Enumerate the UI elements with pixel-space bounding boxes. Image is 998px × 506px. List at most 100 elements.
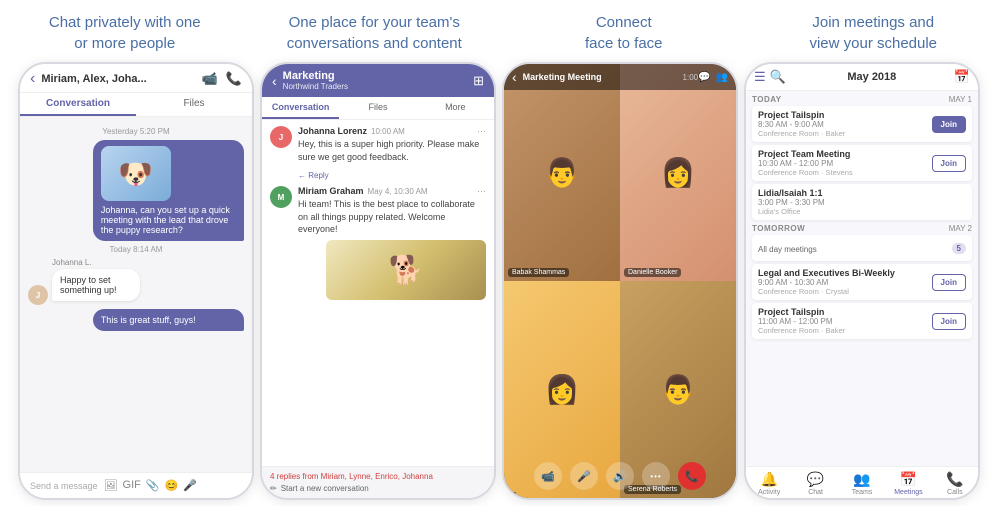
channel-msg-2: M Miriam Graham May 4, 10:30 AM ··· Hi t…	[270, 186, 486, 300]
event-card-4: Legal and Executives Bi-Weekly 9:00 AM -…	[752, 264, 972, 300]
back-arrow-icon[interactable]: ‹	[272, 73, 277, 89]
replies-count[interactable]: 4 replies from Miriam, Lynne, Enrico, Jo…	[270, 472, 486, 481]
timer: 1:00	[683, 73, 699, 82]
phone1-footer[interactable]: Send a message 🖼 GIF 📎 😊 🎤	[20, 472, 252, 498]
phone3-body: ‹ Marketing Meeting 1:00 💬 👥 👨 Babak Sha…	[504, 64, 736, 498]
tab-files[interactable]: Files	[339, 97, 416, 119]
phone2-messages: J Johanna Lorenz 10:00 AM ··· Hey, this …	[262, 120, 494, 466]
calls-label: Calls	[947, 489, 963, 496]
caption-3: Connectface to face	[499, 12, 749, 54]
phone4-nav: 🔔 Activity 💬 Chat 👥 Teams 📅 Meetings 📞 C…	[746, 466, 978, 498]
tab-conversation[interactable]: Conversation	[20, 93, 136, 116]
nav-calls[interactable]: 📞 Calls	[932, 471, 978, 496]
nav-activity[interactable]: 🔔 Activity	[746, 471, 792, 496]
mic-toggle-btn[interactable]: 🎤	[570, 462, 598, 490]
call-icon[interactable]: 📞	[226, 71, 242, 87]
event-title-2: Project Team Meeting	[758, 149, 932, 159]
msg-sender-1: Johanna Lorenz	[298, 126, 367, 136]
msg-body-1: Johanna Lorenz 10:00 AM ··· Hey, this is…	[298, 126, 486, 163]
allday-count: 5	[952, 243, 966, 254]
event-card-5: Project Tailspin 11:00 AM - 12:00 PM Con…	[752, 303, 972, 339]
chat-nav-label: Chat	[808, 489, 823, 496]
channel-name: Marketing	[283, 70, 473, 82]
event-time-1: 8:30 AM - 9:00 AM	[758, 120, 932, 129]
header-icons: 📹 📞	[202, 71, 242, 87]
event-location-3: Lidia's Office	[758, 207, 966, 216]
gif-icon[interactable]: GIF	[123, 479, 141, 492]
attach-icon[interactable]: 📎	[146, 479, 160, 492]
join-btn-1[interactable]: Join	[932, 116, 966, 133]
participants-icon[interactable]: 👥	[716, 72, 728, 83]
event-time-4: 9:00 AM - 10:30 AM	[758, 278, 932, 287]
activity-icon: 🔔	[760, 471, 777, 488]
video-cell-1: 👨 Babak Shammas	[504, 64, 620, 281]
participant-name-1: Babak Shammas	[508, 268, 569, 277]
phone1-messages: Yesterday 5:20 PM 🐶 Johanna, can you set…	[20, 117, 252, 472]
nav-teams[interactable]: 👥 Teams	[839, 471, 885, 496]
msg-options-icon-2[interactable]: ···	[477, 186, 486, 196]
new-conversation[interactable]: ✏ Start a new conversation	[270, 484, 486, 493]
video-back-icon[interactable]: ‹	[512, 69, 517, 85]
event-location-1: Conference Room · Baker	[758, 129, 932, 138]
event-title-4: Legal and Executives Bi-Weekly	[758, 268, 932, 278]
chat-nav-icon: 💬	[807, 471, 824, 488]
tab-files[interactable]: Files	[136, 93, 252, 116]
compose-icon: ✏	[270, 484, 277, 493]
end-call-btn[interactable]: 📞	[678, 462, 706, 490]
event-allday: All day meetings 5	[752, 235, 972, 261]
calendar-icon[interactable]: 📅	[954, 69, 970, 85]
speaker-btn[interactable]: 🔊	[606, 462, 634, 490]
event-card-3: Lidia/Isaiah 1:1 3:00 PM - 3:30 PM Lidia…	[752, 184, 972, 220]
bubble-sent-1: 🐶 Johanna, can you set up a quick meetin…	[93, 140, 244, 241]
back-arrow-icon[interactable]: ‹	[30, 70, 35, 88]
phone1-tabs: Conversation Files	[20, 93, 252, 117]
video-toggle-btn[interactable]: 📹	[534, 462, 562, 490]
search-icon[interactable]: 🔍	[770, 69, 786, 85]
event-info-5: Project Tailspin 11:00 AM - 12:00 PM Con…	[758, 307, 932, 335]
video-icon[interactable]: 📹	[202, 71, 218, 87]
join-btn-2[interactable]: Join	[932, 155, 966, 172]
event-title-3: Lidia/Isaiah 1:1	[758, 188, 966, 198]
tab-more[interactable]: More	[417, 97, 494, 119]
video-cell-2: 👩 Danielle Booker	[620, 64, 736, 281]
image-icon[interactable]: 🖼	[104, 479, 118, 492]
today-section: TODAY MAY 1 Project Tailspin 8:30 AM - 9…	[752, 95, 972, 220]
contact-name: Miriam, Alex, Joha...	[41, 73, 201, 85]
event-time-3: 3:00 PM - 3:30 PM	[758, 198, 966, 207]
channel-options-icon[interactable]: ⊞	[473, 73, 484, 89]
caption-2: One place for your team'sconversations a…	[250, 12, 500, 54]
event-info-4: Legal and Executives Bi-Weekly 9:00 AM -…	[758, 268, 932, 296]
video-grid: 👨 Babak Shammas 👩 Danielle Booker 👩 👨 Se…	[504, 64, 736, 498]
event-info-2: Project Team Meeting 10:30 AM - 12:00 PM…	[758, 149, 932, 177]
footer-icons: 🖼 GIF 📎 😊 🎤	[104, 479, 197, 492]
allday-label: All day meetings	[758, 245, 817, 254]
msg-text-1: Hey, this is a super high priority. Plea…	[298, 138, 486, 163]
nav-meetings[interactable]: 📅 Meetings	[885, 471, 931, 496]
participant-name-3	[508, 492, 516, 494]
event-time-5: 11:00 AM - 12:00 PM	[758, 317, 932, 326]
msg-time-2: May 4, 10:30 AM	[368, 187, 428, 196]
event-location-5: Conference Room · Baker	[758, 326, 932, 335]
nav-chat[interactable]: 💬 Chat	[792, 471, 838, 496]
tab-conversation[interactable]: Conversation	[262, 97, 339, 119]
phone-calendar: ☰ 🔍 May 2018 📅 TODAY MAY 1 Project Tails…	[744, 62, 980, 500]
msg-options-icon[interactable]: ···	[477, 126, 486, 136]
join-btn-5[interactable]: Join	[932, 313, 966, 330]
video-header: ‹ Marketing Meeting 1:00 💬 👥	[504, 64, 736, 90]
team-name: Northwind Traders	[283, 82, 473, 91]
chat-icon[interactable]: 💬	[698, 72, 710, 83]
meetings-label: Meetings	[894, 489, 922, 496]
hamburger-icon[interactable]: ☰	[754, 69, 766, 85]
emoji-icon[interactable]: 😊	[165, 479, 179, 492]
join-btn-4[interactable]: Join	[932, 274, 966, 291]
phone-chat: ‹ Miriam, Alex, Joha... 📹 📞 Conversation…	[18, 62, 254, 500]
tomorrow-date: MAY 2	[949, 224, 972, 233]
more-options-btn[interactable]: •••	[642, 462, 670, 490]
reply-link[interactable]: ← Reply	[298, 171, 486, 180]
tomorrow-label: TOMORROW	[752, 224, 805, 233]
mic-icon[interactable]: 🎤	[183, 479, 197, 492]
allday-info: All day meetings	[758, 239, 952, 257]
video-controls: 📹 🎤 🔊 ••• 📞	[504, 462, 736, 490]
meetings-icon: 📅	[900, 471, 917, 488]
event-card-1: Project Tailspin 8:30 AM - 9:00 AM Confe…	[752, 106, 972, 142]
